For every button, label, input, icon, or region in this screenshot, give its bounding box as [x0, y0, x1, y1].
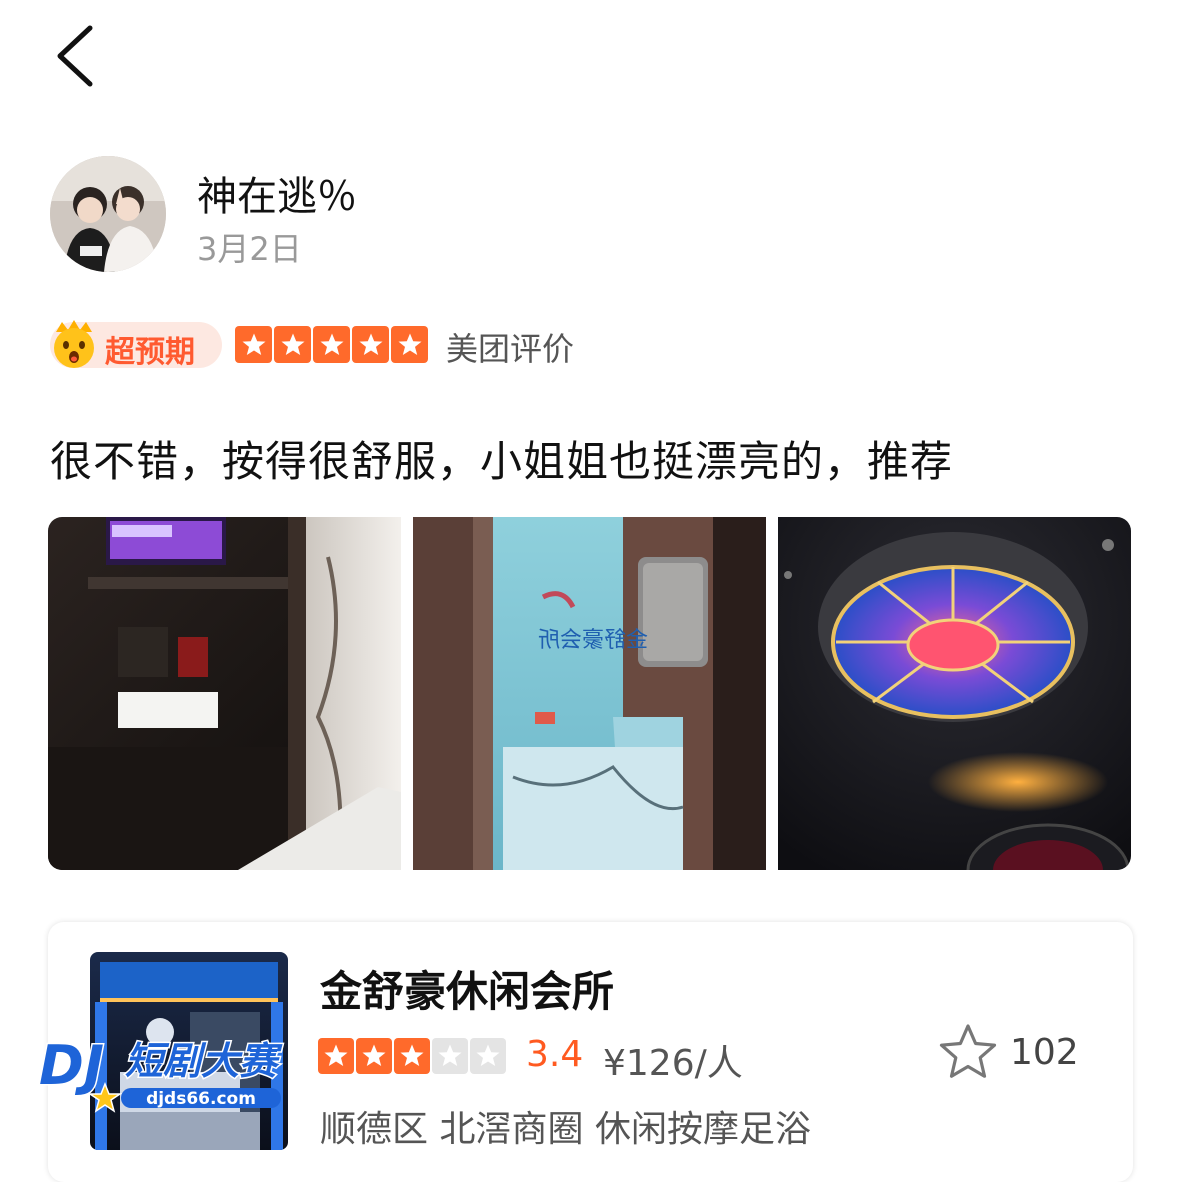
- exceeds-expectation-badge: 超预期: [50, 320, 222, 370]
- avatar[interactable]: [50, 156, 166, 272]
- svg-text:DJ: DJ: [39, 1034, 104, 1097]
- star-filled-icon: [394, 1038, 430, 1074]
- review-author: 神在逃％ 3月2日: [50, 156, 650, 276]
- username[interactable]: 神在逃％: [197, 164, 357, 222]
- star-filled-icon: [235, 326, 272, 363]
- watermark-brand: 短剧大赛: [125, 1039, 283, 1083]
- star-filled-icon: [318, 1038, 354, 1074]
- favorite-button[interactable]: 102: [938, 1022, 1083, 1082]
- chevron-left-icon: [57, 25, 93, 87]
- star-empty-icon: [432, 1038, 468, 1074]
- star-filled-icon: [352, 326, 389, 363]
- review-photo-2[interactable]: 金舒豪会所: [413, 517, 766, 870]
- review-photos: 金舒豪会所: [48, 517, 1131, 870]
- shop-district: 顺德区: [320, 1109, 429, 1150]
- watermark-url: djds66.com: [146, 1089, 256, 1109]
- back-button[interactable]: [50, 20, 110, 92]
- favorite-count: 102: [1010, 1032, 1079, 1073]
- shop-rating-row: 3.4 ¥126/人 102: [318, 1024, 1079, 1084]
- shop-price: ¥126/人: [603, 1043, 743, 1084]
- review-stars: [235, 326, 428, 364]
- surprised-face-icon: [54, 320, 94, 368]
- review-rating-row: 超预期 美团评价: [50, 320, 750, 372]
- shop-business-area: 北滘商圈: [439, 1109, 584, 1150]
- star-filled-icon: [391, 326, 428, 363]
- star-empty-icon: [470, 1038, 506, 1074]
- review-photo-1[interactable]: [48, 517, 401, 870]
- rating-source: 美团评价: [446, 330, 575, 368]
- badge-label: 超预期: [105, 335, 195, 370]
- shop-stars: [318, 1038, 506, 1074]
- star-filled-icon: [313, 326, 350, 363]
- review-text: 很不错，按得很舒服，小姐姐也挺漂亮的，推荐: [50, 437, 954, 486]
- review-photo-3[interactable]: [778, 517, 1131, 870]
- shop-meta: 顺德区 北滘商圈 休闲按摩足浴: [320, 1100, 811, 1152]
- star-filled-icon: [274, 326, 311, 363]
- door-sign-text: 金舒豪会所: [538, 628, 648, 653]
- watermark-logo: DJ 短剧大赛 djds66.com: [35, 1022, 300, 1117]
- star-filled-icon: [356, 1038, 392, 1074]
- star-outline-icon: [939, 1024, 997, 1078]
- shop-name[interactable]: 金舒豪休闲会所: [320, 958, 614, 1019]
- shop-category: 休闲按摩足浴: [594, 1109, 811, 1150]
- shop-score: 3.4: [526, 1034, 584, 1075]
- review-date: 3月2日: [197, 230, 302, 268]
